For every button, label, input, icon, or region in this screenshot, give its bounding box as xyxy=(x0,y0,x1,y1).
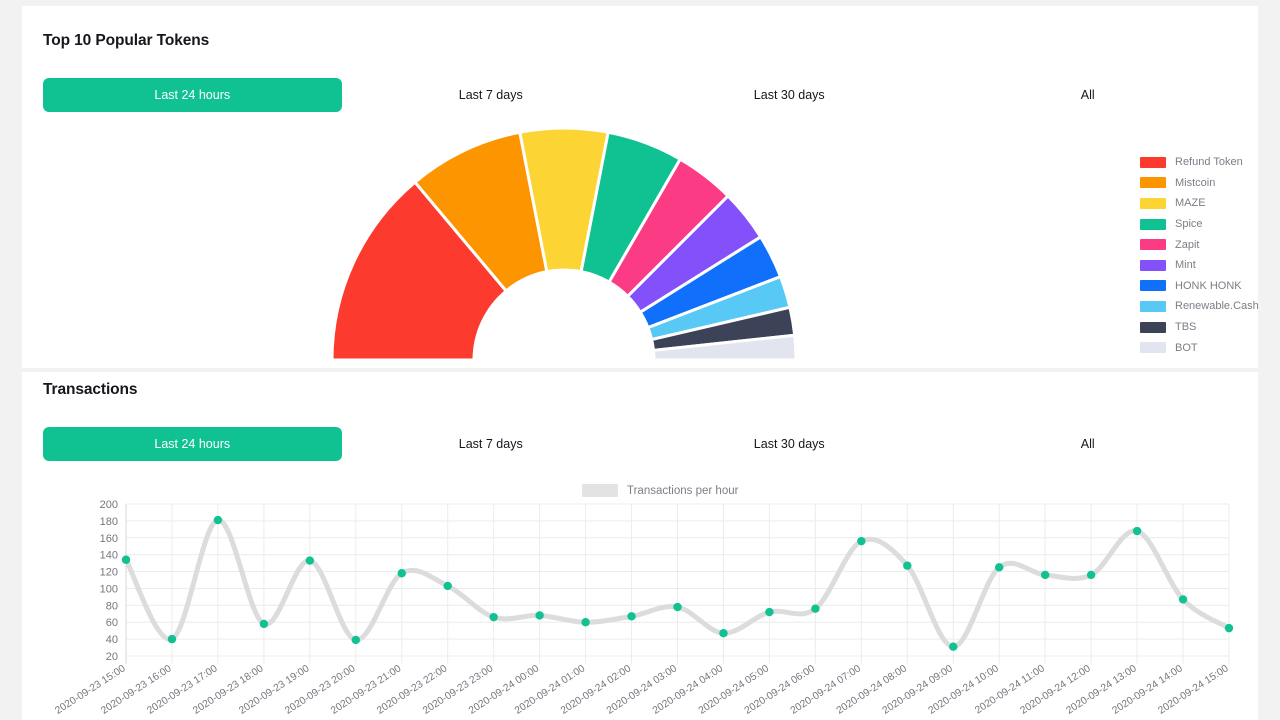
legend-swatch-icon xyxy=(1140,321,1166,333)
legend-swatch-icon xyxy=(1140,280,1166,292)
data-point[interactable] xyxy=(581,618,590,627)
legend-item[interactable]: Mistcoin xyxy=(1140,173,1258,194)
data-point[interactable] xyxy=(121,555,131,564)
legend-label: Refund Token xyxy=(1175,156,1243,169)
tab-tokens-all[interactable]: All xyxy=(939,78,1238,112)
tab-tokens-last-30-days[interactable]: Last 30 days xyxy=(640,78,939,112)
legend-label: Mint xyxy=(1175,259,1196,272)
donut-segment-zapit[interactable] xyxy=(607,157,731,299)
line-chart-svg: 204060801001201401601802002020-09-23 15:… xyxy=(53,499,1234,717)
data-point[interactable] xyxy=(397,569,406,578)
donut-legend: Refund Token Mistcoin MAZE Spice Zapit Mint HO… xyxy=(1140,152,1258,358)
legend-item[interactable]: Zapit xyxy=(1140,234,1258,255)
y-axis-tick-label: 80 xyxy=(106,600,118,612)
donut-segment-maze[interactable] xyxy=(518,126,610,274)
tokens-timeframe-tabs: Last 24 hours Last 7 days Last 30 days A… xyxy=(43,78,1237,112)
y-axis-tick-label: 140 xyxy=(100,550,118,562)
data-point[interactable] xyxy=(903,561,912,570)
data-point[interactable] xyxy=(1132,526,1142,536)
data-point[interactable] xyxy=(627,612,636,621)
y-axis-tick-label: 20 xyxy=(106,651,118,663)
tab-label: All xyxy=(1080,88,1095,102)
donut-segment-mistcoin[interactable] xyxy=(412,130,549,294)
legend-label: Zapit xyxy=(1175,238,1200,251)
tab-tokens-last-7-days[interactable]: Last 7 days xyxy=(342,78,641,112)
data-point[interactable] xyxy=(1086,570,1096,580)
donut-segment-refund-token[interactable] xyxy=(330,180,509,362)
legend-label: MAZE xyxy=(1175,197,1206,210)
data-point[interactable] xyxy=(719,629,728,638)
y-axis-tick-label: 100 xyxy=(100,583,118,595)
legend-item[interactable]: Mint xyxy=(1140,255,1258,276)
data-point[interactable] xyxy=(443,581,452,591)
page-title-top-tokens: Top 10 Popular Tokens xyxy=(43,32,210,49)
data-point[interactable] xyxy=(351,635,360,645)
tab-label: Last 30 days xyxy=(753,88,825,102)
donut-svg xyxy=(330,126,798,362)
data-point[interactable] xyxy=(811,604,820,613)
data-point[interactable] xyxy=(1224,623,1234,633)
y-axis-tick-label: 160 xyxy=(100,533,118,545)
legend-swatch-icon xyxy=(1140,259,1166,271)
legend-label: Mistcoin xyxy=(1175,176,1216,189)
legend-item[interactable]: Refund Token xyxy=(1140,152,1258,173)
legend-swatch-icon xyxy=(1140,218,1166,230)
data-point[interactable] xyxy=(305,556,315,565)
legend-item[interactable]: BOT xyxy=(1140,337,1258,358)
data-point[interactable] xyxy=(857,536,866,546)
data-point[interactable] xyxy=(489,612,498,622)
legend-swatch-icon xyxy=(1140,342,1166,354)
legend-label: HONK HONK xyxy=(1175,279,1242,292)
donut-segment-bot[interactable] xyxy=(651,333,798,362)
legend-swatch-icon xyxy=(1140,300,1166,312)
y-axis-tick-label: 120 xyxy=(100,567,118,579)
data-point[interactable] xyxy=(673,602,682,612)
data-point[interactable] xyxy=(535,611,544,620)
donut-segment-honk-honk[interactable] xyxy=(638,234,783,330)
y-axis-tick-label: 200 xyxy=(100,499,118,511)
donut-segment-renewable-cash[interactable] xyxy=(646,274,792,342)
legend-swatch-icon xyxy=(1140,239,1166,251)
transactions-line-chart: 20 40 60 80 100 120 140 160 180 200 2020-09-23 15:… xyxy=(22,372,1258,720)
legend-swatch-icon xyxy=(1140,197,1166,209)
legend-item[interactable]: Renewable.Cash xyxy=(1140,296,1258,317)
y-axis-tick-label: 60 xyxy=(106,617,118,629)
data-point[interactable] xyxy=(949,642,958,651)
donut-segment-mint[interactable] xyxy=(625,193,763,315)
donut-segment-tbs[interactable] xyxy=(649,305,797,353)
legend-label: Renewable.Cash xyxy=(1175,300,1258,313)
tokens-donut-chart xyxy=(22,6,1258,368)
data-point[interactable] xyxy=(765,607,774,617)
legend-swatch-icon xyxy=(1140,177,1166,189)
tab-tokens-last-24-hours[interactable]: Last 24 hours xyxy=(43,78,342,112)
legend-label: BOT xyxy=(1175,341,1198,354)
legend-label: TBS xyxy=(1175,321,1197,334)
legend-item[interactable]: HONK HONK xyxy=(1140,276,1258,297)
tab-label: Last 7 days xyxy=(458,88,523,102)
donut-segment-spice[interactable] xyxy=(579,130,683,285)
data-point[interactable] xyxy=(259,619,269,629)
tab-label: Last 24 hours xyxy=(154,88,231,102)
data-point[interactable] xyxy=(1040,570,1050,580)
legend-item[interactable]: MAZE xyxy=(1140,193,1258,214)
y-axis-tick-label: 40 xyxy=(106,634,118,646)
transactions-card: Transactions Last 24 hours Last 7 days L… xyxy=(22,372,1258,720)
legend-swatch-icon xyxy=(1140,156,1166,168)
legend-item[interactable]: TBS xyxy=(1140,317,1258,338)
dashboard-page: Top 10 Popular Tokens Last 24 hours Last… xyxy=(0,0,1280,720)
legend-label: Spice xyxy=(1175,218,1203,231)
data-point[interactable] xyxy=(1178,595,1188,604)
data-point[interactable] xyxy=(213,515,223,525)
y-axis-tick-label: 180 xyxy=(100,516,118,528)
data-point[interactable] xyxy=(167,634,177,644)
legend-item[interactable]: Spice xyxy=(1140,214,1258,235)
top-tokens-card: Top 10 Popular Tokens Last 24 hours Last… xyxy=(22,6,1258,368)
data-point[interactable] xyxy=(995,563,1004,572)
